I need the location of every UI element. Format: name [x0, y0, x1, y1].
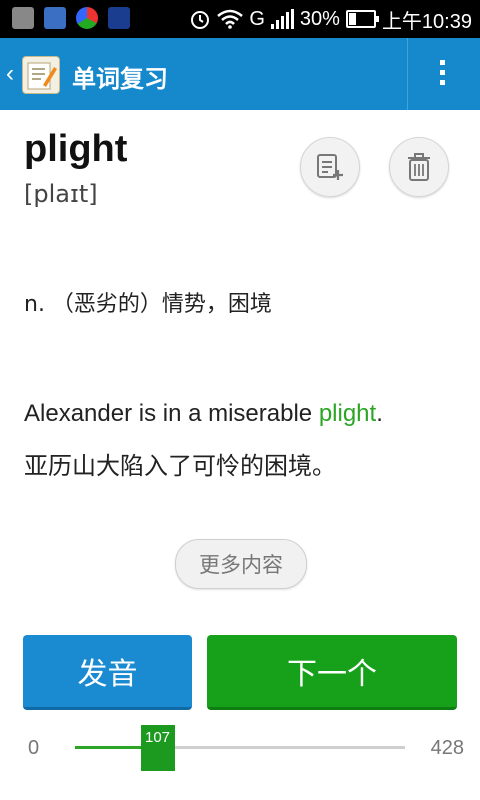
example-sentence-zh: 亚历山大陷入了可怜的困境。	[24, 452, 336, 480]
trash-icon	[408, 153, 430, 181]
add-note-icon	[317, 154, 343, 180]
notification-icons	[12, 7, 130, 29]
example-en-highlight: plight	[318, 400, 377, 427]
progress-thumb[interactable]: 107	[140, 725, 175, 771]
app-notification-icon	[76, 7, 98, 29]
photo-notification-icon	[44, 7, 66, 29]
alarm-icon	[191, 11, 210, 29]
lock-notification-icon	[108, 7, 130, 29]
page-title: 单词复习	[72, 65, 168, 93]
clock: 上午10:39	[381, 10, 472, 33]
app-logo-icon[interactable]	[22, 56, 60, 94]
next-word-button[interactable]: 下一个	[207, 635, 457, 710]
back-chevron-icon[interactable]: ‹	[6, 60, 14, 88]
example-en-suffix: .	[376, 400, 383, 427]
signal-icon	[270, 9, 294, 29]
wifi-icon	[217, 9, 244, 29]
pronounce-button[interactable]: 发音	[23, 635, 192, 710]
status-bar: G 30% 上午10:39	[0, 0, 480, 38]
battery-percent: 30%	[299, 7, 340, 30]
plus-notification-icon	[12, 7, 34, 29]
delete-word-button[interactable]	[389, 137, 449, 197]
overflow-menu-button[interactable]	[407, 38, 480, 110]
word-title: plight	[24, 128, 128, 170]
battery-icon	[345, 10, 379, 28]
overflow-dots-icon	[440, 60, 446, 90]
action-bar: ‹ 单词复习	[0, 38, 480, 110]
word-phonetic: [plaɪt]	[24, 180, 98, 208]
network-type: G	[249, 7, 265, 30]
example-en-prefix: Alexander is in a miserable	[24, 400, 319, 427]
more-content-button[interactable]: 更多内容	[175, 539, 307, 589]
progress-min: 0	[28, 737, 40, 759]
progress-max: 428	[430, 737, 464, 759]
add-to-notebook-button[interactable]	[300, 137, 360, 197]
example-sentence-en: Alexander is in a miserable plight.	[24, 400, 383, 428]
word-definition: n. （恶劣的）情势，困境	[24, 292, 272, 317]
progress-track[interactable]	[75, 746, 405, 749]
